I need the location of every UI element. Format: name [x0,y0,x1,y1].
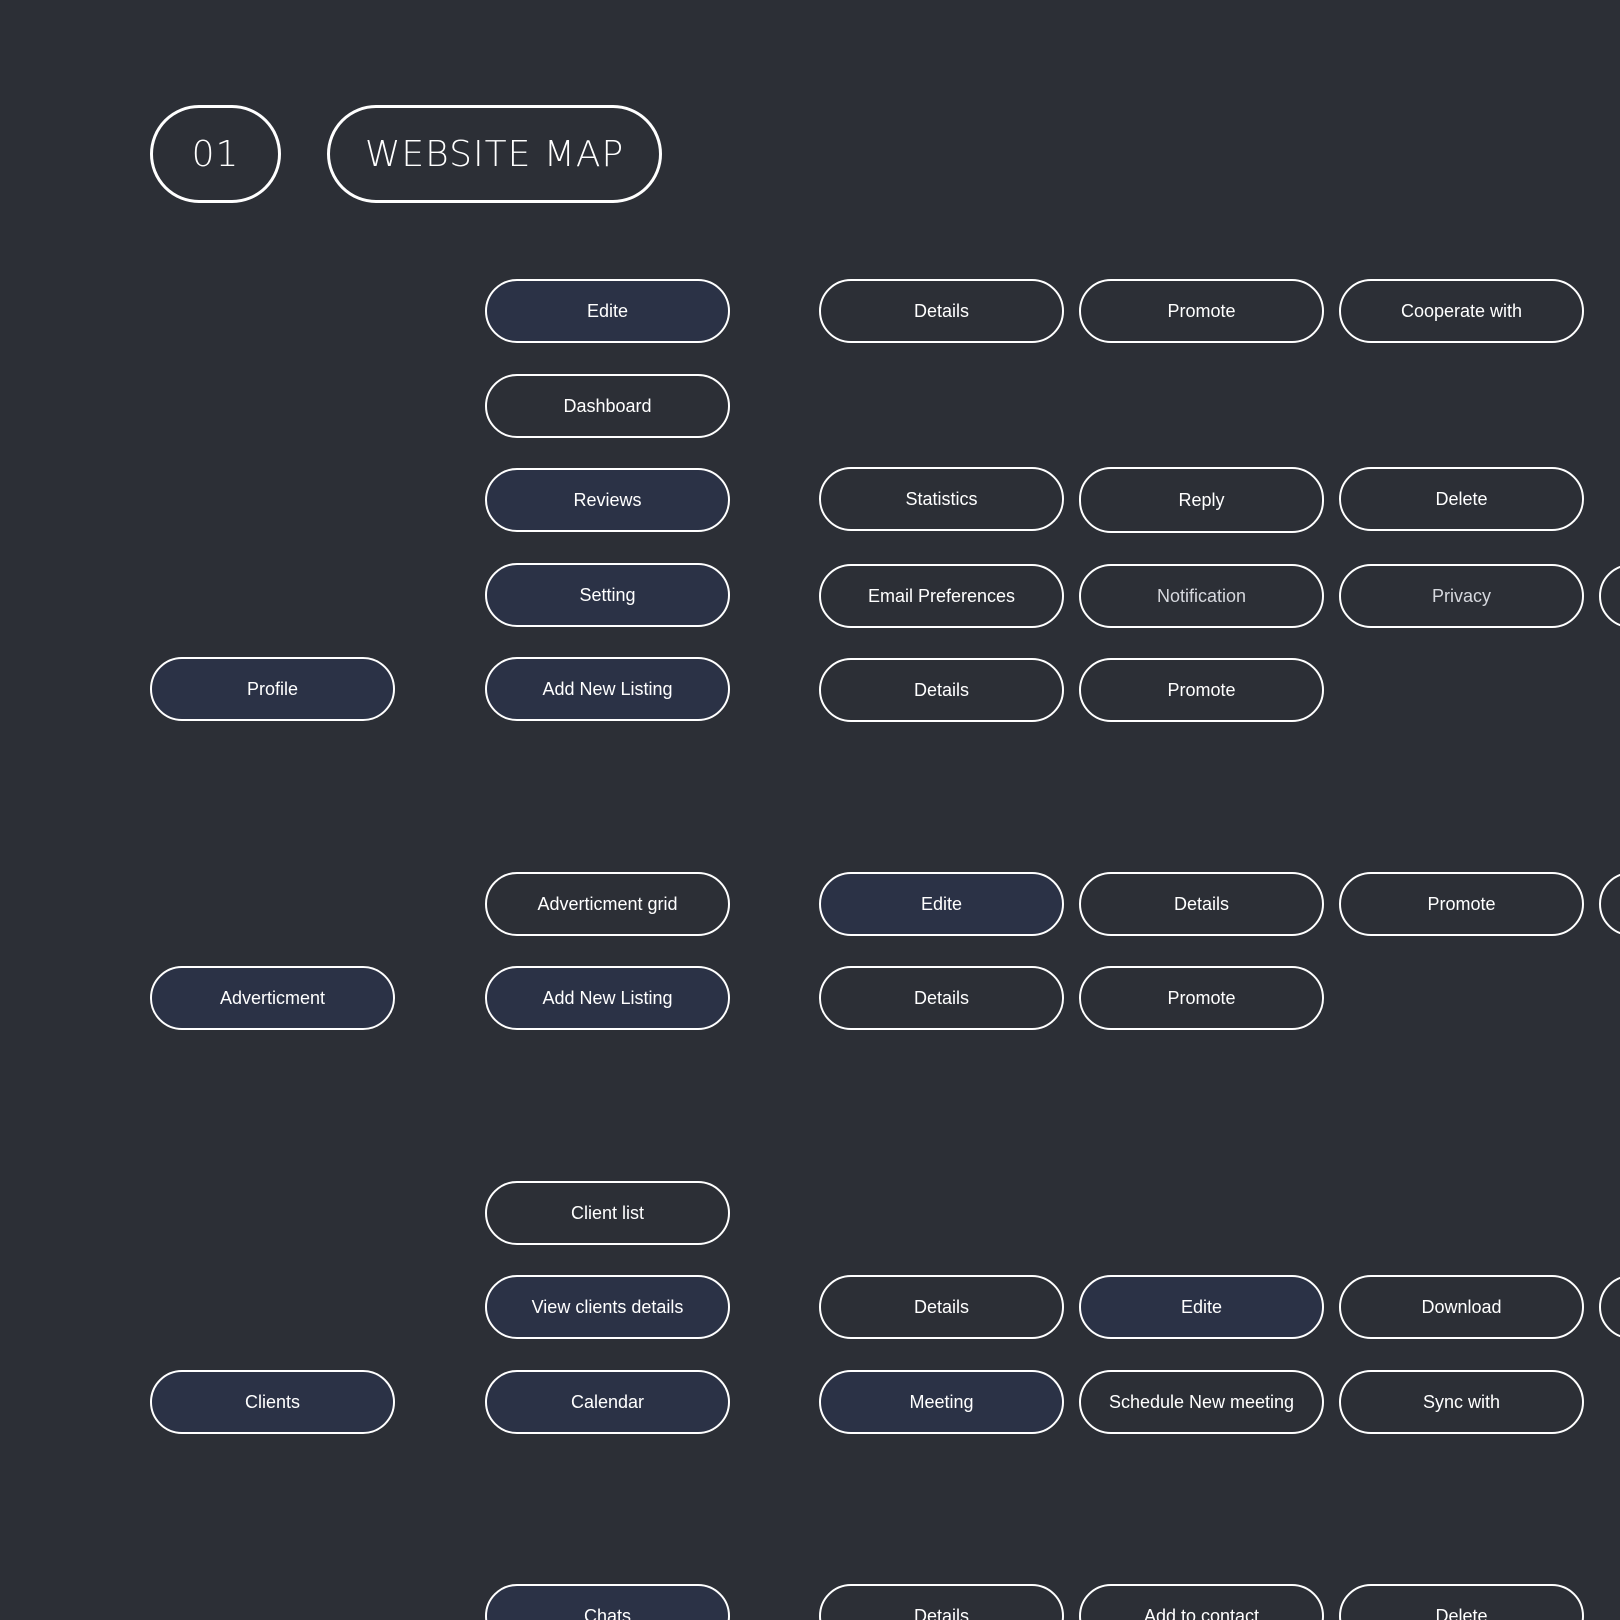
node-adverticment-add-new-listing-details[interactable]: Details [819,966,1064,1030]
node-profile-setting-notification[interactable]: Notification [1079,564,1324,628]
node-clients-calendar-meeting[interactable]: Meeting [819,1370,1064,1434]
node-profile-reviews[interactable]: Reviews [485,468,730,532]
node-profile-edite-details[interactable]: Details [819,279,1064,343]
node-clients-view-details-details[interactable]: Details [819,1275,1064,1339]
page-title: WEBSITE MAP [327,105,662,203]
node-adverticment[interactable]: Adverticment [150,966,395,1030]
node-adverticment-add-new-listing[interactable]: Add New Listing [485,966,730,1030]
node-clients-view-details-overflow[interactable] [1599,1275,1620,1339]
node-adverticment-grid-details[interactable]: Details [1079,872,1324,936]
node-clients[interactable]: Clients [150,1370,395,1434]
node-chats-delete[interactable]: Delete [1339,1584,1584,1620]
section-number-badge: 01 [150,105,281,203]
node-chats-add-to-contact[interactable]: Add to contact [1079,1584,1324,1620]
node-chats-details[interactable]: Details [819,1584,1064,1620]
node-profile-edite-promote[interactable]: Promote [1079,279,1324,343]
node-profile-reviews-reply[interactable]: Reply [1079,467,1324,533]
node-profile[interactable]: Profile [150,657,395,721]
node-adverticment-grid-overflow[interactable] [1599,872,1620,936]
node-profile-add-new-listing[interactable]: Add New Listing [485,657,730,721]
node-profile-add-new-listing-promote[interactable]: Promote [1079,658,1324,722]
node-profile-setting-email-preferences[interactable]: Email Preferences [819,564,1064,628]
node-adverticment-grid-edite[interactable]: Edite [819,872,1064,936]
node-adverticment-grid[interactable]: Adverticment grid [485,872,730,936]
node-profile-setting-privacy[interactable]: Privacy [1339,564,1584,628]
node-profile-dashboard[interactable]: Dashboard [485,374,730,438]
node-clients-view-details-edite[interactable]: Edite [1079,1275,1324,1339]
node-profile-reviews-statistics[interactable]: Statistics [819,467,1064,531]
node-clients-view-details-download[interactable]: Download [1339,1275,1584,1339]
node-profile-reviews-delete[interactable]: Delete [1339,467,1584,531]
node-clients-view-details[interactable]: View clients details [485,1275,730,1339]
node-profile-add-new-listing-details[interactable]: Details [819,658,1064,722]
node-profile-edite[interactable]: Edite [485,279,730,343]
website-map-canvas: 01 WEBSITE MAP Profile Edite Details Pro… [0,0,1620,1620]
node-chats[interactable]: Chats [485,1584,730,1620]
node-profile-setting-overflow[interactable] [1599,564,1620,628]
node-adverticment-grid-promote[interactable]: Promote [1339,872,1584,936]
node-profile-edite-cooperate-with[interactable]: Cooperate with [1339,279,1584,343]
node-profile-setting[interactable]: Setting [485,563,730,627]
node-clients-calendar-schedule-new-meeting[interactable]: Schedule New meeting [1079,1370,1324,1434]
node-clients-client-list[interactable]: Client list [485,1181,730,1245]
node-clients-calendar[interactable]: Calendar [485,1370,730,1434]
node-adverticment-add-new-listing-promote[interactable]: Promote [1079,966,1324,1030]
node-clients-calendar-sync-with[interactable]: Sync with [1339,1370,1584,1434]
